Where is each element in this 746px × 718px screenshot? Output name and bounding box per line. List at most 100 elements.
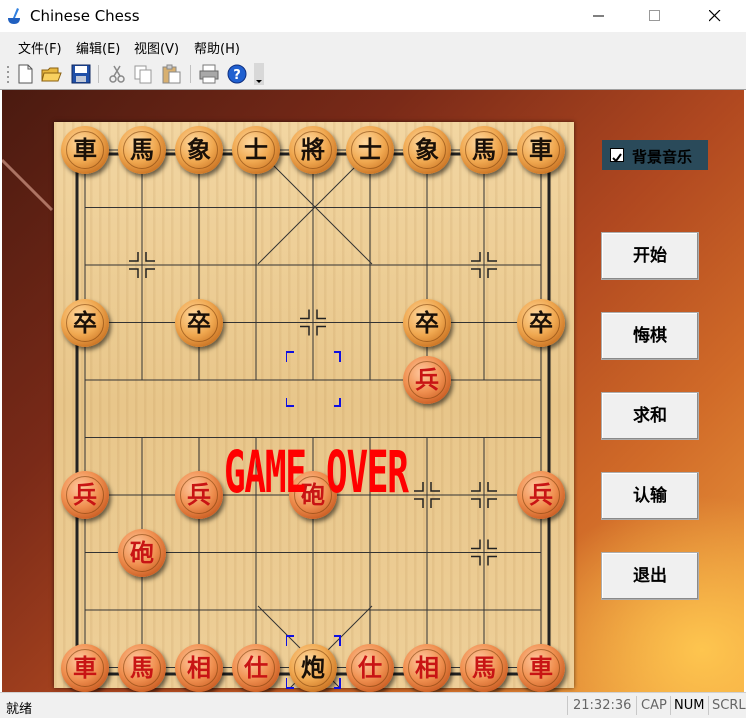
minimize-icon: [593, 15, 604, 17]
red-piece[interactable]: 馬: [118, 643, 166, 692]
toolbar-separator: [190, 65, 191, 83]
background-streak: [2, 158, 54, 212]
svg-text:?: ?: [233, 68, 241, 83]
piece-label: 士: [358, 136, 382, 164]
piece-label: 相: [187, 653, 211, 682]
red-piece[interactable]: 兵: [175, 471, 223, 519]
piece-label: 仕: [244, 653, 268, 682]
chess-board[interactable]: 車馬象士將士象馬車卒卒卒卒兵兵兵砲兵砲車馬相仕炮仕相馬車: [54, 122, 574, 692]
help-icon[interactable]: ?: [226, 63, 248, 85]
maximize-button[interactable]: [632, 0, 678, 32]
game-area: 車馬象士將士象馬車卒卒卒卒兵兵兵砲兵砲車馬相仕炮仕相馬車 GAME OVER 背…: [2, 90, 744, 692]
black-piece[interactable]: 士: [346, 126, 394, 174]
status-cap: CAP: [641, 698, 667, 713]
checkbox-box[interactable]: [610, 148, 624, 163]
red-piece[interactable]: 兵: [61, 471, 109, 519]
status-divider: [708, 696, 709, 715]
piece-label: 馬: [130, 653, 154, 682]
toolbar: ?: [0, 58, 746, 90]
close-icon: [709, 10, 721, 22]
save-icon[interactable]: [70, 63, 92, 85]
menu-bar: 文件(F) 编辑(E) 视图(V) 帮助(H): [0, 32, 746, 58]
status-text: 就绪: [6, 702, 33, 717]
selection-marker: [286, 635, 341, 689]
game-over-text: GAME OVER: [224, 438, 409, 506]
title-bar: Chinese Chess: [0, 0, 746, 32]
red-piece[interactable]: 相: [403, 643, 451, 692]
piece-label: 卒: [529, 308, 553, 337]
black-piece[interactable]: 卒: [403, 298, 451, 347]
print-icon[interactable]: [198, 63, 220, 85]
piece-label: 馬: [472, 136, 496, 164]
exit-button-label: 退出: [633, 566, 667, 586]
red-piece[interactable]: 車: [517, 643, 565, 692]
copy-icon[interactable]: [132, 63, 154, 85]
undo-button-label: 悔棋: [633, 326, 667, 346]
maximize-icon: [649, 10, 660, 21]
black-piece[interactable]: 將: [289, 126, 337, 174]
black-piece[interactable]: 馬: [460, 126, 508, 174]
red-piece[interactable]: 兵: [517, 471, 565, 519]
cut-icon[interactable]: [106, 63, 128, 85]
piece-label: 車: [73, 653, 97, 682]
red-piece[interactable]: 砲: [118, 528, 166, 577]
app-icon: [8, 8, 20, 24]
toolbar-grip-icon: [7, 66, 9, 83]
resign-button[interactable]: 认输: [601, 472, 699, 520]
menu-edit[interactable]: 编辑(E): [76, 38, 120, 57]
black-piece[interactable]: 象: [403, 126, 451, 174]
piece-label: 兵: [529, 481, 553, 509]
red-piece[interactable]: 車: [61, 643, 109, 692]
menu-help[interactable]: 帮助(H): [194, 38, 240, 57]
red-piece[interactable]: 仕: [232, 643, 280, 692]
resign-button-label: 认输: [633, 486, 667, 506]
menu-file[interactable]: 文件(F): [18, 38, 62, 57]
draw-button[interactable]: 求和: [601, 392, 699, 440]
background-music-checkbox[interactable]: 背景音乐: [602, 140, 708, 170]
black-piece[interactable]: 車: [517, 126, 565, 174]
checkmark-icon: [612, 153, 622, 163]
status-scrl: SCRL: [712, 698, 746, 713]
black-piece[interactable]: 馬: [118, 126, 166, 174]
piece-label: 象: [187, 136, 211, 164]
black-piece[interactable]: 卒: [61, 298, 109, 347]
piece-label: 車: [529, 136, 553, 164]
black-piece[interactable]: 象: [175, 126, 223, 174]
exit-button[interactable]: 退出: [601, 552, 699, 600]
black-piece[interactable]: 車: [61, 126, 109, 174]
paste-icon[interactable]: [160, 63, 182, 85]
close-button[interactable]: [692, 0, 738, 32]
piece-label: 卒: [73, 308, 97, 337]
status-divider: [567, 696, 568, 715]
piece-label: 兵: [187, 481, 211, 509]
minimize-button[interactable]: [576, 0, 622, 32]
status-num: NUM: [674, 698, 705, 713]
piece-label: 卒: [187, 308, 211, 337]
open-icon[interactable]: [40, 63, 62, 85]
red-piece[interactable]: 仕: [346, 643, 394, 692]
background-music-label: 背景音乐: [632, 148, 693, 166]
piece-label: 兵: [73, 481, 97, 509]
start-button[interactable]: 开始: [601, 232, 699, 280]
piece-label: 馬: [130, 136, 154, 164]
red-piece[interactable]: 相: [175, 643, 223, 692]
menu-view[interactable]: 视图(V): [134, 38, 179, 57]
toolbar-overflow-icon[interactable]: [254, 63, 264, 85]
undo-button[interactable]: 悔棋: [601, 312, 699, 360]
selection-marker: [286, 351, 341, 407]
piece-label: 士: [244, 136, 268, 164]
piece-label: 車: [73, 136, 97, 164]
status-divider: [636, 696, 637, 715]
black-piece[interactable]: 卒: [517, 298, 565, 347]
draw-button-label: 求和: [633, 406, 667, 426]
start-button-label: 开始: [633, 246, 667, 266]
piece-label: 車: [529, 653, 553, 682]
red-piece[interactable]: 兵: [403, 356, 451, 404]
toolbar-separator: [98, 65, 99, 83]
piece-label: 馬: [472, 653, 496, 682]
black-piece[interactable]: 卒: [175, 298, 223, 347]
red-piece[interactable]: 馬: [460, 643, 508, 692]
black-piece[interactable]: 士: [232, 126, 280, 174]
window-title: Chinese Chess: [30, 7, 140, 25]
new-icon[interactable]: [14, 63, 36, 85]
